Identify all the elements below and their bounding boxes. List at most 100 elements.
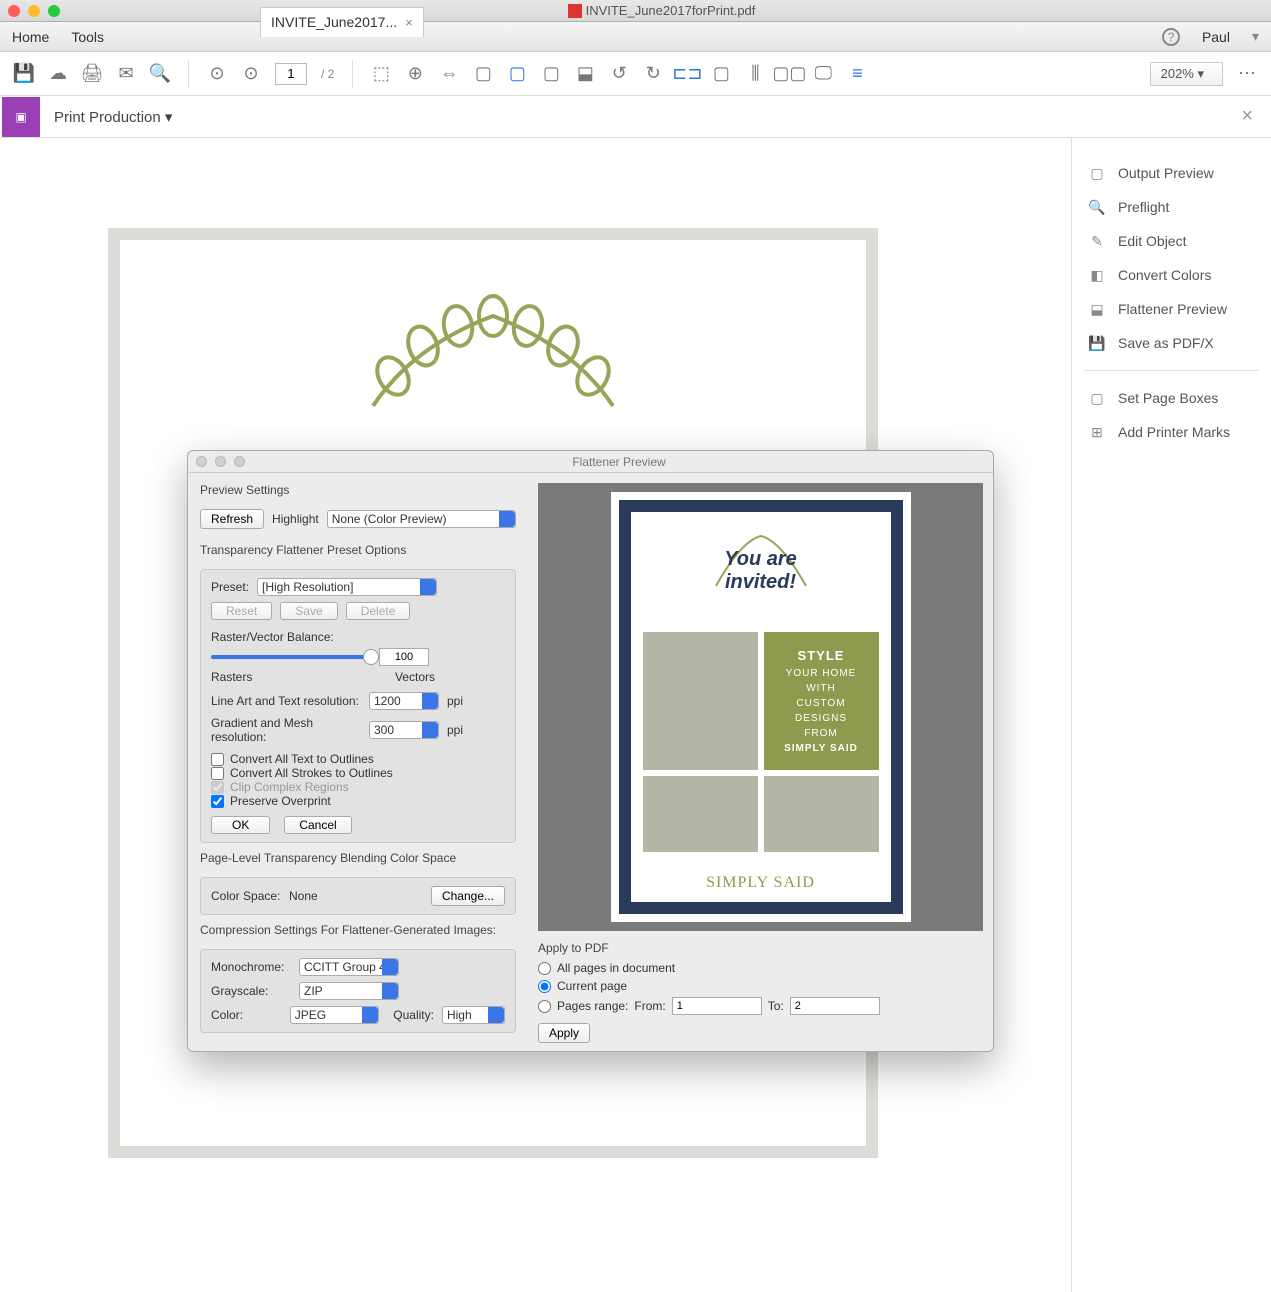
insert-page-icon[interactable]: ▢ [711, 64, 731, 84]
stamp-icon[interactable]: ⬓ [575, 64, 595, 84]
color-label: Color: [211, 1008, 282, 1022]
grayscale-select[interactable]: ZIP [299, 982, 399, 1000]
page-up-icon[interactable]: ⊙ [207, 64, 227, 84]
print-icon[interactable]: 🖨 [82, 64, 102, 84]
flattener-preview-dialog: Flattener Preview Preview Settings Refre… [187, 450, 994, 1052]
menu-tools[interactable]: Tools [71, 29, 104, 45]
grad-res-select[interactable]: 300 [369, 721, 439, 739]
sidebar-set-page-boxes[interactable]: ▢Set Page Boxes [1082, 381, 1261, 415]
preview-photo-2 [643, 776, 758, 853]
dialog-zoom-icon[interactable] [234, 456, 245, 467]
sidebar-printer-marks[interactable]: ⊞Add Printer Marks [1082, 415, 1261, 449]
preview-style-cell: STYLE YOUR HOME WITHCUSTOM DESIGNSFROM S… [764, 632, 879, 770]
cloud-icon[interactable]: ☁ [48, 64, 68, 84]
zoom-icon[interactable]: ⊕ [405, 64, 425, 84]
help-icon[interactable]: ? [1162, 28, 1180, 46]
preview-settings-heading: Preview Settings [200, 483, 516, 497]
page-icon[interactable]: ▢ [473, 64, 493, 84]
rotate-cw-icon[interactable]: ↻ [643, 64, 663, 84]
save-pdfx-icon: 💾 [1088, 334, 1106, 352]
quality-select[interactable]: High [442, 1006, 505, 1024]
rasters-label: Rasters [211, 670, 252, 684]
close-panel-icon[interactable]: × [1241, 105, 1253, 128]
highlight-select[interactable]: None (Color Preview) [327, 510, 516, 528]
dialog-min-icon[interactable] [215, 456, 226, 467]
dialog-close-icon[interactable] [196, 456, 207, 467]
line-res-label: Line Art and Text resolution: [211, 694, 361, 708]
save-preset-button[interactable]: Save [280, 602, 337, 620]
invite-heading: You areinvited! [631, 548, 891, 594]
right-sidebar: ▢Output Preview 🔍Preflight ✎Edit Object … [1071, 138, 1271, 1292]
balance-slider[interactable] [211, 655, 371, 659]
search-icon[interactable]: 🔍 [150, 64, 170, 84]
fit-width-icon[interactable]: ⇔ [439, 64, 459, 84]
sidebar-output-preview[interactable]: ▢Output Preview [1082, 156, 1261, 190]
sidebar-save-pdfx[interactable]: 💾Save as PDF/X [1082, 326, 1261, 360]
sidebar-edit-object[interactable]: ✎Edit Object [1082, 224, 1261, 258]
close-tab-icon[interactable]: × [405, 15, 413, 30]
monochrome-select[interactable]: CCITT Group 4 [299, 958, 399, 976]
chevron-down-icon[interactable]: ▾ [1252, 28, 1259, 45]
cancel-button[interactable]: Cancel [284, 816, 351, 834]
chk-strokes-outlines[interactable]: Convert All Strokes to Outlines [211, 766, 505, 780]
output-preview-icon: ▢ [1088, 164, 1106, 182]
line-res-select[interactable]: 1200 [369, 692, 439, 710]
highlight-label: Highlight [272, 512, 319, 526]
reset-button[interactable]: Reset [211, 602, 272, 620]
layers-icon[interactable]: ▢ [541, 64, 561, 84]
sidebar-flattener-preview[interactable]: ⬓Flattener Preview [1082, 292, 1261, 326]
to-input[interactable] [790, 997, 880, 1015]
flattener-icon: ⬓ [1088, 300, 1106, 318]
chk-preserve-overprint[interactable]: Preserve Overprint [211, 794, 505, 808]
chk-text-outlines[interactable]: Convert All Text to Outlines [211, 752, 505, 766]
color-select[interactable]: JPEG [290, 1006, 380, 1024]
delete-preset-button[interactable]: Delete [346, 602, 411, 620]
menu-home[interactable]: Home [12, 29, 49, 45]
dialog-title: Flattener Preview [253, 455, 985, 469]
sidebar-convert-colors[interactable]: ◧Convert Colors [1082, 258, 1261, 292]
from-input[interactable] [672, 997, 762, 1015]
display-icon[interactable]: 🖵 [813, 64, 833, 84]
grad-res-label: Gradient and Mesh resolution: [211, 716, 361, 744]
close-window-icon[interactable] [8, 5, 20, 17]
extract-icon[interactable]: ⫼ [745, 64, 765, 84]
radio-all-pages[interactable]: All pages in document [538, 959, 983, 977]
document-tab[interactable]: INVITE_June2017...× [260, 7, 424, 37]
chk-clip-regions: Clip Complex Regions [211, 780, 505, 794]
zoom-window-icon[interactable] [48, 5, 60, 17]
balance-value[interactable] [379, 648, 429, 666]
ok-button[interactable]: OK [211, 816, 270, 834]
more-icon[interactable]: ⋯ [1237, 64, 1257, 84]
change-button[interactable]: Change... [431, 886, 505, 906]
from-label: From: [634, 999, 665, 1013]
window-title: INVITE_June2017forPrint.pdf [586, 3, 756, 18]
radio-pages-range[interactable]: Pages range: [538, 999, 628, 1013]
rotate-ccw-icon[interactable]: ↺ [609, 64, 629, 84]
list-icon[interactable]: ≡ [847, 64, 867, 84]
apply-button[interactable]: Apply [538, 1023, 590, 1043]
menu-bar: Home Tools INVITE_June2017...× ? Paul ▾ [0, 22, 1271, 52]
refresh-button[interactable]: Refresh [200, 509, 264, 529]
save-icon[interactable]: 💾 [14, 64, 34, 84]
page-down-icon[interactable]: ⊙ [241, 64, 261, 84]
marquee-zoom-icon[interactable]: ⬚ [371, 64, 391, 84]
colorspace-value: None [289, 889, 318, 903]
sidebar-preflight[interactable]: 🔍Preflight [1082, 190, 1261, 224]
preset-select[interactable]: [High Resolution] [257, 578, 437, 596]
split-icon[interactable]: ▢▢ [779, 64, 799, 84]
user-menu[interactable]: Paul [1202, 29, 1230, 45]
quality-label: Quality: [393, 1008, 434, 1022]
minimize-window-icon[interactable] [28, 5, 40, 17]
radio-current-page[interactable]: Current page [538, 977, 983, 995]
crop-icon[interactable]: ⊏⊐ [677, 64, 697, 84]
page-alt-icon[interactable]: ▢ [507, 64, 527, 84]
vectors-label: Vectors [395, 670, 435, 684]
zoom-select[interactable]: 202% ▾ [1150, 62, 1223, 86]
mail-icon[interactable]: ✉ [116, 64, 136, 84]
window-titlebar: INVITE_June2017forPrint.pdf [0, 0, 1271, 22]
page-number-input[interactable] [275, 63, 307, 85]
preview-canvas: You areinvited! STYLE YOUR HOME WITHCUST… [538, 483, 983, 931]
preset-label: Preset: [211, 580, 249, 594]
page-total: / 2 [321, 67, 334, 81]
print-production-icon: ▣ [2, 97, 40, 137]
